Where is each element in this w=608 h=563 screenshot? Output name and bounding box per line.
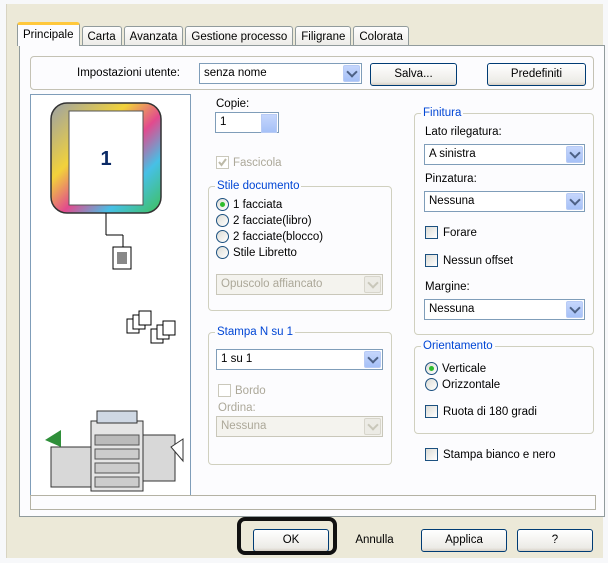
help-button[interactable]: ? xyxy=(517,529,593,552)
radio-2-facciate-blocco[interactable] xyxy=(216,230,229,243)
option-1-facciata: 1 facciata xyxy=(233,199,283,211)
rotate-label: Ruota di 180 gradi xyxy=(443,406,537,418)
offset-checkbox[interactable] xyxy=(425,254,438,267)
user-settings-value: senza nome xyxy=(204,67,267,79)
cancel-button[interactable]: Annulla xyxy=(337,529,412,552)
document-style-legend: Stile documento xyxy=(215,179,302,193)
tab-avanzata[interactable]: Avanzata xyxy=(123,26,184,46)
preview-panel: 1 xyxy=(30,94,191,501)
radio-stile-libretto[interactable] xyxy=(216,246,229,259)
copies-spinner[interactable]: 1 xyxy=(215,112,279,133)
printer-icon xyxy=(45,410,184,492)
finishing-legend: Finitura xyxy=(421,106,464,120)
checkmark-icon xyxy=(218,158,227,167)
binding-value: A sinistra xyxy=(429,148,476,160)
finishing-group: Finitura Lato rilegatura: A sinistra Pin… xyxy=(414,106,594,335)
order-select[interactable]: Nessuna xyxy=(216,416,383,437)
margin-label: Margine: xyxy=(425,281,470,293)
apply-button[interactable]: Applica xyxy=(421,529,507,552)
document-style-group: Stile documento 1 facciata 2 facciate(li… xyxy=(208,179,392,311)
dropdown-arrow-icon[interactable] xyxy=(566,193,583,210)
print-properties-dialog: Principale Carta Avanzata Gestione proce… xyxy=(6,4,605,558)
option-2-facciate-libro: 2 facciate(libro) xyxy=(233,215,312,227)
tab-colorata[interactable]: Colorata xyxy=(353,26,409,46)
status-strip xyxy=(30,495,596,510)
n-up-value: 1 su 1 xyxy=(221,353,253,365)
bw-label: Stampa bianco e nero xyxy=(443,449,556,461)
punch-checkbox[interactable] xyxy=(425,226,438,239)
n-up-legend: Stampa N su 1 xyxy=(215,325,296,339)
n-up-select[interactable]: 1 su 1 xyxy=(216,349,383,370)
save-button[interactable]: Salva... xyxy=(370,63,457,86)
dropdown-arrow-icon[interactable] xyxy=(566,146,583,163)
booklet-value: Opuscolo affiancato xyxy=(221,278,323,290)
tab-filigrane[interactable]: Filigrane xyxy=(295,26,352,46)
spin-arrows-icon[interactable] xyxy=(261,114,277,133)
option-stile-libretto: Stile Libretto xyxy=(233,247,297,259)
ok-highlight-callout xyxy=(237,517,337,555)
punch-label: Forare xyxy=(443,227,477,239)
booklet-select[interactable]: Opuscolo affiancato xyxy=(216,274,383,295)
radio-1-facciata[interactable] xyxy=(216,198,229,211)
offset-label: Nessun offset xyxy=(443,255,514,267)
margin-value: Nessuna xyxy=(429,303,475,315)
order-value: Nessuna xyxy=(221,420,267,432)
document-icon xyxy=(112,246,132,270)
n-up-group: Stampa N su 1 1 su 1 Bordo Ordina: Nessu… xyxy=(208,325,392,465)
margin-select[interactable]: Nessuna xyxy=(424,299,585,320)
staple-label: Pinzatura: xyxy=(425,173,477,185)
dropdown-arrow-icon[interactable] xyxy=(364,276,381,293)
binding-select[interactable]: A sinistra xyxy=(424,144,585,165)
staple-select[interactable]: Nessuna xyxy=(424,191,585,212)
collate-label: Fascicola xyxy=(233,157,282,169)
option-verticale: Verticale xyxy=(442,363,487,375)
radio-verticale[interactable] xyxy=(425,362,438,375)
tab-page-principale: Impostazioni utente: senza nome Salva...… xyxy=(19,45,605,517)
radio-orizzontale[interactable] xyxy=(425,378,438,391)
dropdown-arrow-icon[interactable] xyxy=(566,301,583,318)
orientation-group: Orientamento Verticale Orizzontale Ruota… xyxy=(414,339,594,434)
collated-pages-icon xyxy=(126,310,176,344)
dropdown-arrow-icon[interactable] xyxy=(343,65,360,82)
bw-checkbox[interactable] xyxy=(425,448,438,461)
binding-label: Lato rilegatura: xyxy=(425,126,502,138)
copies-label: Copie: xyxy=(216,98,250,110)
tab-principale[interactable]: Principale xyxy=(17,22,80,46)
user-settings-label: Impostazioni utente: xyxy=(77,67,180,79)
border-label: Bordo xyxy=(235,385,266,397)
user-settings-bar: Impostazioni utente: senza nome Salva...… xyxy=(30,56,594,90)
copies-value: 1 xyxy=(220,116,227,128)
preview-illustration: 1 xyxy=(45,102,184,492)
tab-gestione-processo[interactable]: Gestione processo xyxy=(185,26,294,46)
orientation-legend: Orientamento xyxy=(421,339,495,353)
rotate-checkbox[interactable] xyxy=(425,405,438,418)
option-2-facciate-blocco: 2 facciate(blocco) xyxy=(233,231,324,243)
tab-carta[interactable]: Carta xyxy=(81,26,122,46)
tab-bar: Principale Carta Avanzata Gestione proce… xyxy=(17,22,411,46)
dropdown-arrow-icon[interactable] xyxy=(364,418,381,435)
option-orizzontale: Orizzontale xyxy=(442,379,501,391)
user-settings-select[interactable]: senza nome xyxy=(199,63,362,84)
radio-2-facciate-libro[interactable] xyxy=(216,214,229,227)
border-checkbox[interactable] xyxy=(218,384,231,397)
order-label: Ordina: xyxy=(218,402,256,414)
preview-page-number: 1 xyxy=(100,148,111,170)
dropdown-arrow-icon[interactable] xyxy=(364,351,381,368)
defaults-button[interactable]: Predefiniti xyxy=(487,63,586,86)
staple-value: Nessuna xyxy=(429,195,475,207)
collate-checkbox[interactable] xyxy=(216,156,229,169)
